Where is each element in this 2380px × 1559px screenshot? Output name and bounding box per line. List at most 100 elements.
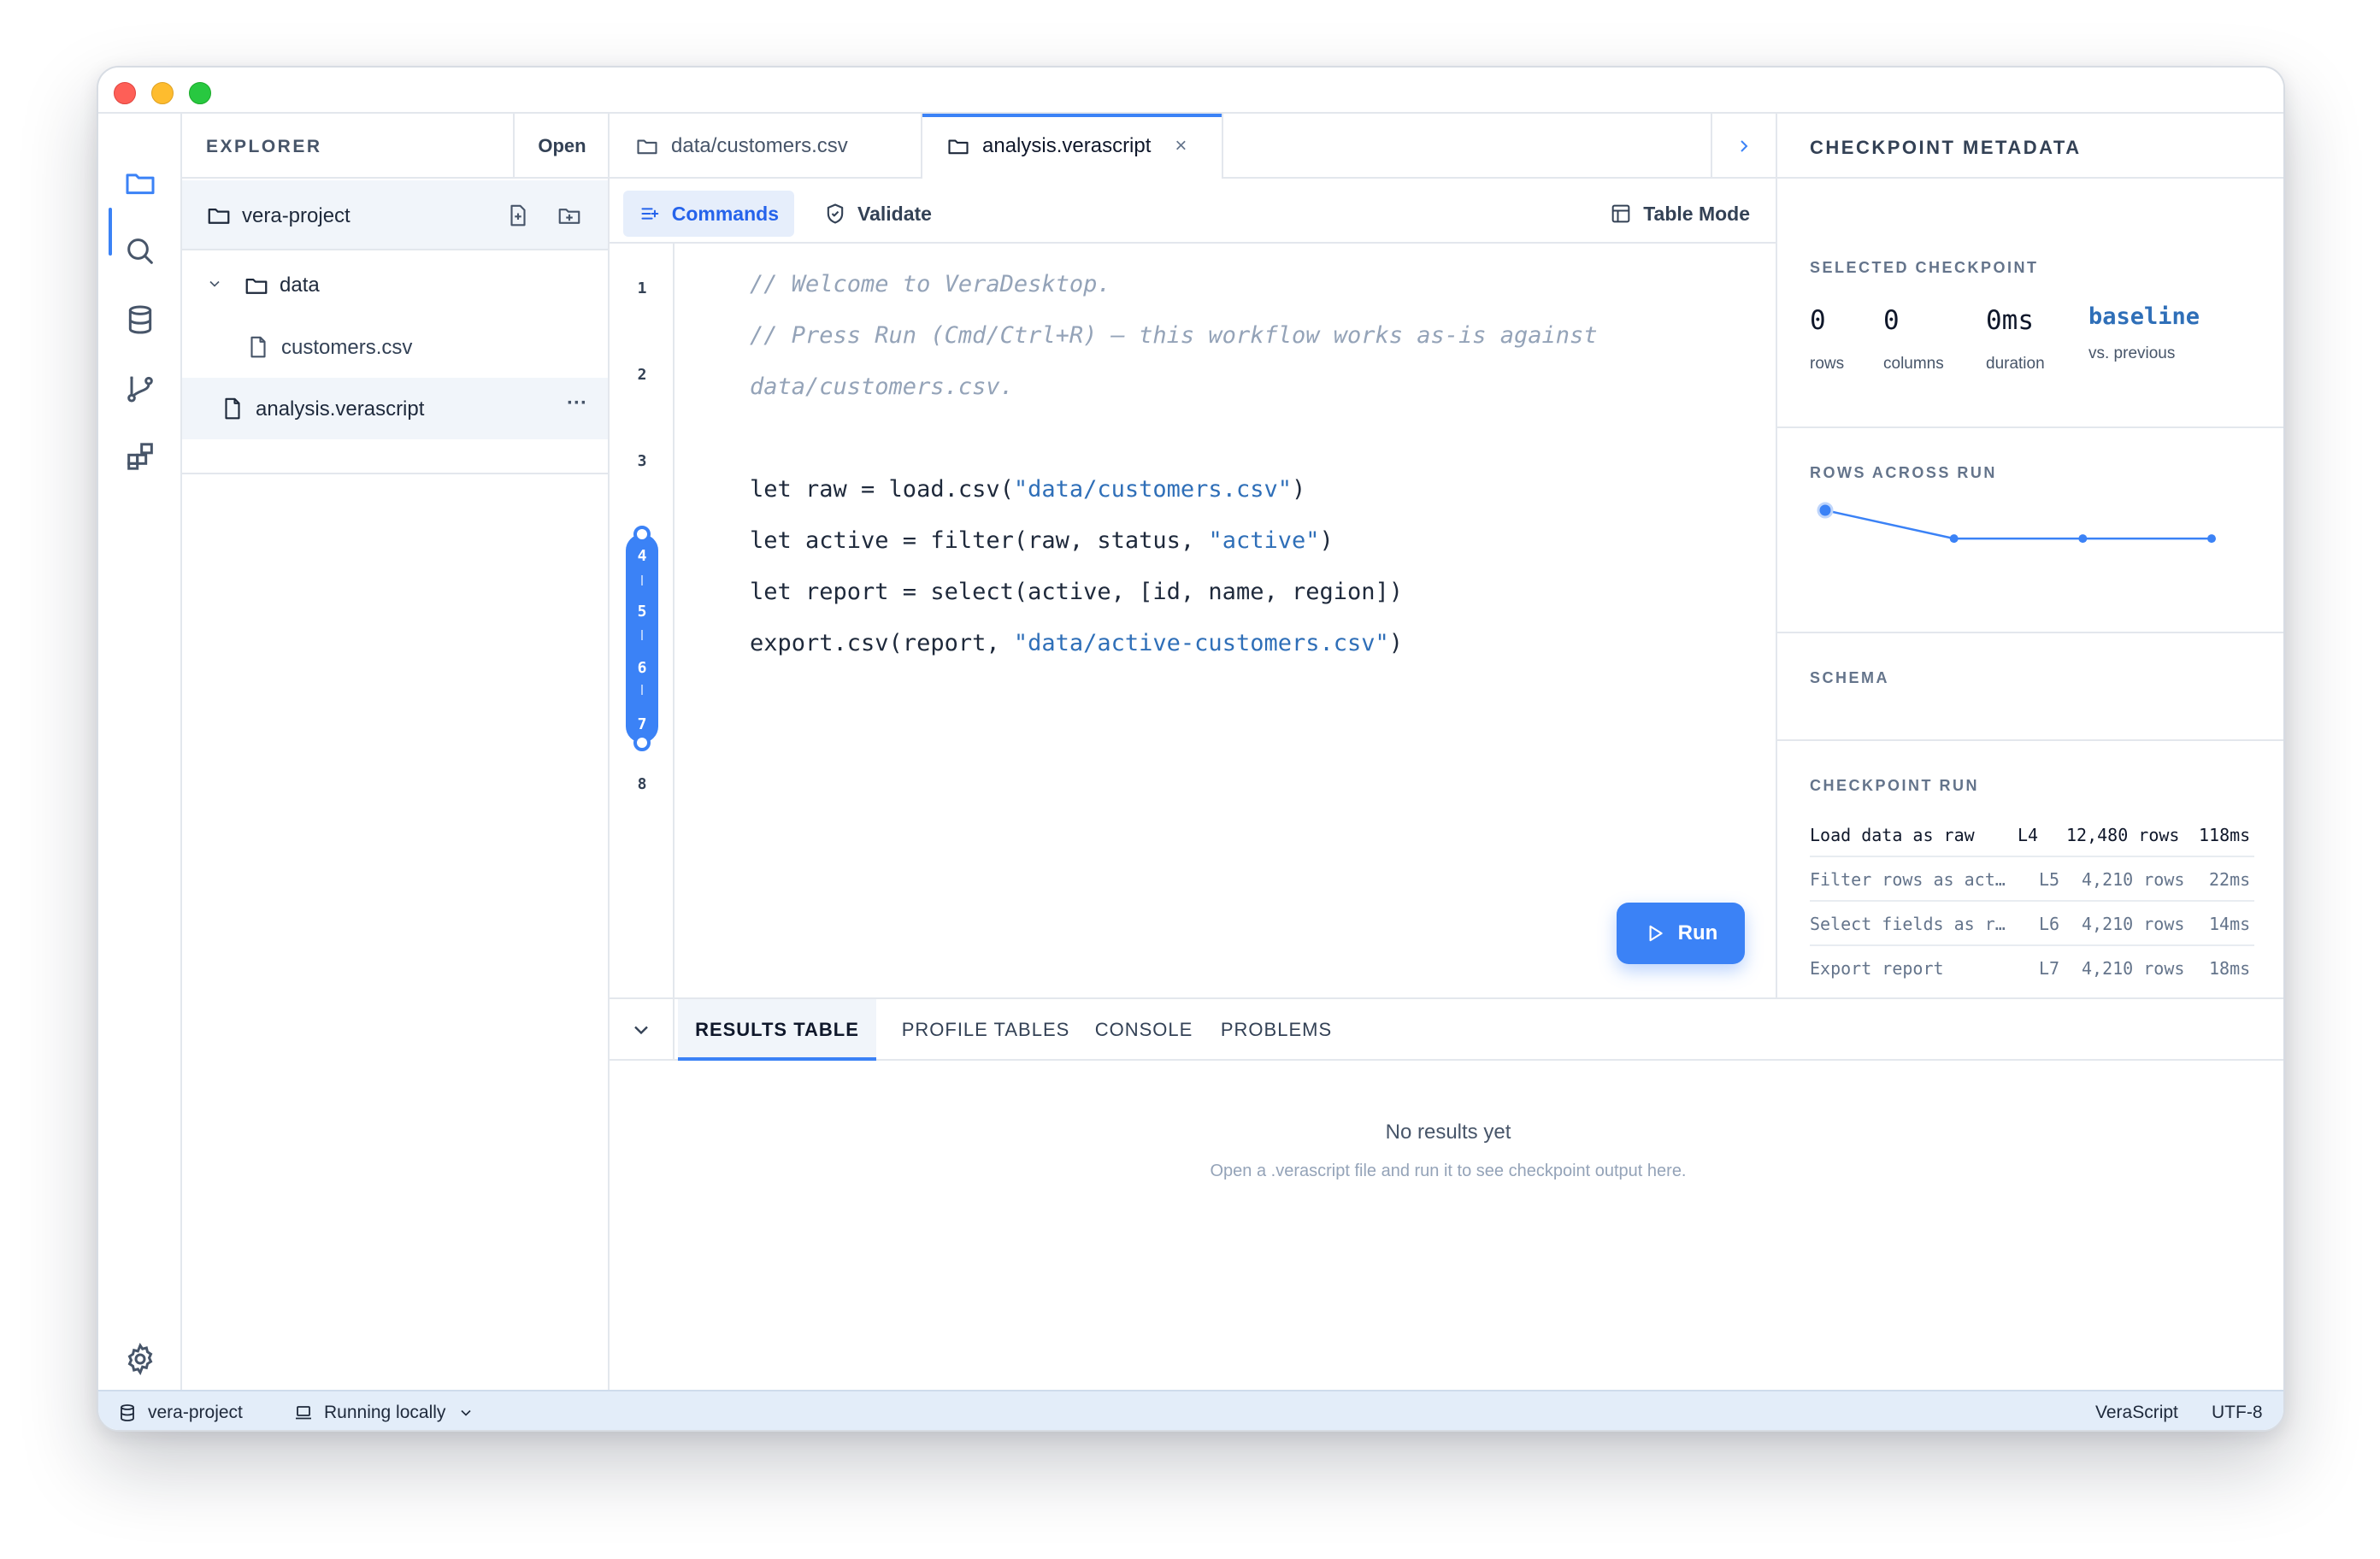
checkpoint-rows: 12,480 rows — [2066, 825, 2180, 845]
search-activity-button[interactable] — [117, 228, 163, 274]
close-tab-button[interactable]: × — [1175, 134, 1187, 158]
checkpoint-row[interactable]: Select fields as r… L6 4,210 rows 14ms — [1810, 902, 2254, 946]
line-number[interactable]: 5 — [610, 603, 675, 621]
checkpoint-time: 22ms — [2209, 869, 2251, 890]
empty-state-subtitle: Open a .verascript file and run it to se… — [1210, 1162, 1687, 1180]
tab-customers-csv[interactable]: data/customers.csv — [610, 114, 922, 179]
code-editor[interactable]: // Welcome to VeraDesktop. // Press Run … — [676, 244, 1776, 997]
code-line-6: let report = select(active, [id, name, r… — [750, 579, 1403, 605]
extensions-activity-button[interactable] — [117, 433, 163, 479]
toggle-right-panel-button[interactable] — [1711, 114, 1776, 179]
more-options-button[interactable]: ··· — [567, 391, 587, 415]
checkpoint-time: 118ms — [2199, 825, 2251, 845]
title-bar — [98, 68, 2283, 114]
tree-file-analysis[interactable]: analysis.verascript ··· — [182, 378, 608, 439]
run-label: Run — [1677, 921, 1718, 944]
line-number[interactable]: 7 — [610, 715, 675, 733]
step-connector — [641, 575, 643, 585]
new-folder-icon[interactable] — [557, 203, 582, 232]
checkpoint-line: L6 — [2039, 914, 2060, 934]
table-mode-button[interactable]: Table Mode — [1594, 191, 1765, 237]
checkpoint-row[interactable]: Export report L7 4,210 rows 18ms — [1810, 946, 2254, 991]
explorer-header: EXPLORER Open — [182, 114, 608, 179]
step-connector — [641, 685, 643, 695]
status-language[interactable]: VeraScript — [2095, 1403, 2178, 1423]
checkpoint-name: Load data as raw — [1810, 825, 1975, 845]
folder-icon — [206, 203, 232, 232]
minimize-window-button[interactable] — [151, 82, 174, 104]
project-row[interactable]: vera-project — [182, 180, 608, 250]
extensions-icon — [127, 443, 153, 470]
metric-comparison-value[interactable]: baseline — [2088, 303, 2200, 330]
tab-label: data/customers.csv — [671, 134, 848, 157]
series-line — [1824, 509, 2212, 540]
chevron-down-icon — [634, 1026, 648, 1035]
tab-profile-tables[interactable]: PROFILE TABLES — [892, 999, 1080, 1061]
status-run-mode-label: Running locally — [324, 1403, 446, 1422]
line-number: 1 — [637, 279, 647, 297]
tree-folder-data[interactable]: data — [182, 255, 608, 316]
code-line-5: let active = filter(raw, status, "active… — [750, 527, 1334, 554]
checkpoint-line: L7 — [2039, 958, 2060, 979]
gear-icon — [127, 1342, 153, 1376]
divider — [1777, 632, 2283, 633]
git-branch-icon — [127, 376, 153, 403]
folder-icon — [948, 139, 969, 155]
editor-toolbar: Commands Validate Table Mode — [610, 180, 1776, 244]
code-text: let raw = load.csv( — [750, 476, 1014, 503]
checkpoint-row[interactable]: Filter rows as act… L5 4,210 rows 22ms — [1810, 857, 2254, 902]
chevron-right-icon — [1741, 140, 1748, 152]
metadata-header: CHECKPOINT METADATA — [1777, 114, 2283, 179]
new-file-icon[interactable] — [505, 203, 531, 232]
line-number[interactable]: 6 — [610, 659, 675, 677]
explorer-activity-button[interactable] — [117, 160, 163, 206]
code-comment: // Welcome to VeraDesktop. — [750, 271, 1111, 297]
tab-analysis-verascript[interactable]: analysis.verascript × — [922, 114, 1223, 179]
settings-activity-button[interactable] — [117, 1336, 163, 1382]
shield-check-icon — [827, 203, 844, 224]
tree-file-customers[interactable]: customers.csv — [182, 316, 608, 378]
database-activity-button[interactable] — [117, 297, 163, 343]
tab-problems[interactable]: PROBLEMS — [1208, 999, 1345, 1061]
schema-label: SCHEMA — [1810, 669, 1890, 686]
status-encoding[interactable]: UTF-8 — [2212, 1403, 2263, 1423]
commands-button[interactable]: Commands — [623, 191, 794, 237]
code-comment: data/customers.csv. — [750, 374, 1014, 400]
metric-duration-value: 0ms — [1986, 305, 2034, 336]
validate-button[interactable]: Validate — [808, 191, 947, 237]
open-button[interactable]: Open — [513, 114, 610, 179]
rows-across-run-label: ROWS ACROSS RUN — [1810, 464, 1997, 481]
status-bar: vera-project Running locally VeraScript … — [98, 1390, 2283, 1430]
table-mode-label: Table Mode — [1643, 202, 1750, 225]
close-window-button[interactable] — [114, 82, 136, 104]
tree-item-label: analysis.verascript — [256, 397, 425, 421]
chevron-down-icon — [206, 275, 223, 297]
data-point-L6[interactable] — [2078, 534, 2088, 544]
run-button[interactable]: Run — [1617, 903, 1745, 964]
code-text: ) — [1388, 630, 1404, 656]
step-start-handle[interactable] — [633, 526, 651, 543]
rows-across-run-chart — [1817, 502, 2216, 544]
line-number[interactable]: 4 — [610, 547, 675, 565]
data-point-L4[interactable] — [1817, 502, 1834, 519]
active-indicator — [109, 208, 112, 256]
checkpoint-metadata-panel: CHECKPOINT METADATA SELECTED CHECKPOINT … — [1776, 114, 2283, 997]
line-gutter: 1 2 3 4 5 6 7 8 — [610, 244, 675, 997]
step-connector — [641, 630, 643, 640]
line-number: 8 — [637, 775, 647, 793]
tab-results-table[interactable]: RESULTS TABLE — [678, 999, 876, 1061]
zoom-window-button[interactable] — [189, 82, 211, 104]
checkpoint-time: 14ms — [2209, 914, 2251, 934]
metric-rows-label: rows — [1810, 355, 1845, 373]
checkpoint-row[interactable]: Load data as raw L4 12,480 rows 118ms — [1810, 813, 2254, 857]
status-run-mode[interactable]: Running locally — [293, 1403, 474, 1423]
app-window: EXPLORER Open vera-project data customer… — [97, 66, 2285, 1432]
data-point-L7[interactable] — [2207, 534, 2216, 544]
checkpoint-line: L4 — [2018, 825, 2039, 845]
collapse-panel-button[interactable] — [610, 999, 675, 1061]
source-control-activity-button[interactable] — [117, 365, 163, 411]
data-point-L5[interactable] — [1949, 534, 1959, 544]
step-end-handle[interactable] — [633, 734, 651, 751]
tab-console[interactable]: CONSOLE — [1088, 999, 1199, 1061]
status-project[interactable]: vera-project — [117, 1403, 243, 1423]
